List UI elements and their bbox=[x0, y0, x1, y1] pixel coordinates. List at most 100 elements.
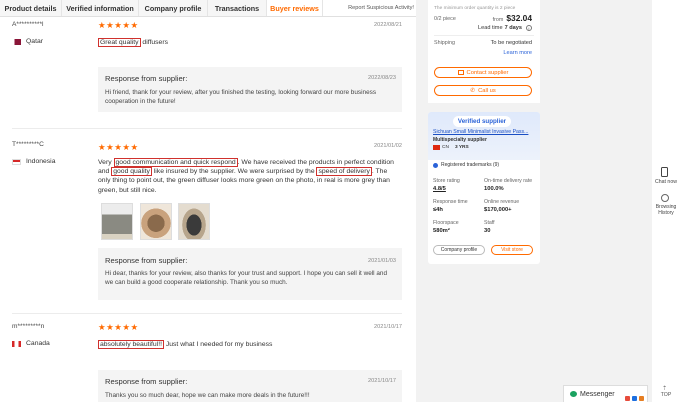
notification-icon bbox=[625, 395, 630, 401]
review-photo[interactable] bbox=[140, 203, 172, 240]
mail-icon bbox=[457, 70, 464, 75]
highlight-box: speed of delivery bbox=[316, 167, 372, 177]
lead-time-value: 7 days bbox=[504, 25, 522, 31]
supplier-response: Response from supplier: 2021/10/17 Thank… bbox=[98, 370, 402, 402]
canada-flag-icon bbox=[12, 340, 21, 347]
stat-label: Floorspace bbox=[433, 220, 459, 226]
qatar-flag-icon bbox=[12, 38, 21, 45]
messenger-label: Messenger bbox=[580, 390, 615, 398]
info-icon[interactable]: i bbox=[526, 25, 532, 31]
shipping-label: Shipping bbox=[434, 40, 455, 46]
star-rating: ★★★★★ bbox=[98, 142, 139, 152]
messenger-icon bbox=[570, 391, 577, 397]
supplier-response: Response from supplier: 2022/08/23 Hi fr… bbox=[98, 67, 402, 112]
response-title: Response from supplier: bbox=[105, 377, 188, 386]
highlight-box: absolutely beautiful!! bbox=[98, 340, 164, 349]
history-icon[interactable] bbox=[661, 194, 669, 202]
response-date: 2022/08/23 bbox=[368, 75, 396, 81]
review-photo[interactable] bbox=[101, 203, 133, 240]
tab-product-details[interactable]: Product details bbox=[0, 0, 62, 16]
store-rating-value[interactable]: 4.8/5 bbox=[433, 186, 446, 192]
stat-label: Staff bbox=[484, 220, 495, 226]
star-rating: ★★★★★ bbox=[98, 20, 139, 30]
visit-store-button[interactable]: Visit store bbox=[491, 245, 533, 255]
review-text-part: diffusers bbox=[140, 39, 168, 46]
response-text: Thanks you so much dear, hope we can mak… bbox=[105, 392, 310, 399]
tab-bar: Product details Verified information Com… bbox=[0, 0, 416, 17]
stat-value: 100.0% bbox=[484, 186, 504, 192]
response-title: Response from supplier: bbox=[105, 74, 188, 83]
company-type: Multispecialty supplier bbox=[433, 137, 487, 143]
contact-supplier-label: Contact supplier bbox=[466, 69, 509, 76]
country-label: Qatar bbox=[26, 38, 43, 45]
response-text: Hi friend, thank for your review, after … bbox=[105, 89, 377, 105]
reviewer-name: A**********l bbox=[12, 21, 44, 28]
divider bbox=[434, 35, 534, 36]
reviewer-name: T*********C bbox=[12, 141, 44, 148]
contact-supplier-button[interactable]: Contact supplier bbox=[434, 67, 532, 78]
messenger-bar[interactable]: Messenger bbox=[563, 385, 648, 402]
company-name-link[interactable]: Sichuan Small Minimalist Invasive Pass..… bbox=[433, 129, 537, 135]
tab-buyer-reviews[interactable]: Buyer reviews bbox=[267, 0, 323, 16]
stat-label: Store rating bbox=[433, 178, 460, 184]
top-button[interactable]: TOP bbox=[652, 392, 680, 398]
reviewer-name: m*********n bbox=[12, 323, 45, 330]
stat-value: 30 bbox=[484, 228, 491, 234]
stat-label: Response time bbox=[433, 199, 468, 205]
order-card: The minimum order quantity is 2 piece 0/… bbox=[428, 0, 540, 103]
star-rating: ★★★★★ bbox=[98, 322, 139, 332]
company-origin: CN 3 YRS bbox=[433, 145, 469, 150]
years-badge: 3 YRS bbox=[454, 145, 469, 150]
tab-company-profile[interactable]: Company profile bbox=[139, 0, 208, 16]
main-content: Product details Verified information Com… bbox=[0, 0, 416, 402]
stat-label: Online revenue bbox=[484, 199, 520, 205]
reviewer-country: Indonesia bbox=[12, 158, 55, 165]
country-label: Indonesia bbox=[26, 158, 56, 165]
highlight-box: good quality bbox=[111, 167, 152, 177]
company-profile-button[interactable]: Company profile bbox=[433, 245, 485, 255]
review-text: Very good communication and quick respon… bbox=[98, 158, 401, 195]
price-value: $32.04 bbox=[506, 13, 532, 23]
review-text-part: Very bbox=[98, 159, 114, 166]
arrow-up-icon[interactable]: ⇡ bbox=[662, 385, 667, 392]
review-text: absolutely beautiful!! Just what I neede… bbox=[98, 340, 401, 349]
phone-chat-icon[interactable] bbox=[661, 167, 668, 177]
response-title: Response from supplier: bbox=[105, 256, 188, 265]
trademark-icon bbox=[433, 162, 438, 168]
notification-icon bbox=[639, 395, 644, 401]
highlight-box: good communication and quick respond bbox=[113, 158, 238, 167]
response-date: 2021/01/03 bbox=[368, 258, 396, 264]
reviewer-country: Qatar bbox=[12, 38, 43, 45]
tab-verified-information[interactable]: Verified information bbox=[62, 0, 139, 16]
lead-time-label: Lead time bbox=[478, 25, 503, 31]
shipping-value: To be negotiated bbox=[490, 40, 532, 46]
notification-icon bbox=[632, 395, 637, 401]
country-code: CN bbox=[442, 145, 449, 150]
review-photo[interactable] bbox=[178, 203, 210, 240]
quantity-label: 0/2 piece bbox=[434, 16, 456, 22]
divider bbox=[12, 128, 402, 129]
country-label: Canada bbox=[26, 340, 50, 347]
stat-value: ≤4h bbox=[433, 207, 443, 213]
reviewer-country: Canada bbox=[12, 340, 50, 347]
phone-icon: ✆ bbox=[470, 87, 476, 94]
review-date: 2022/08/21 bbox=[374, 22, 402, 28]
learn-more-link[interactable]: Learn more bbox=[503, 50, 532, 56]
trademarks-row[interactable]: Registered trademarks (9) bbox=[433, 162, 499, 168]
lead-time: Lead time 7 days i bbox=[478, 25, 532, 31]
report-suspicious-link[interactable]: Report Suspicious Activity! bbox=[348, 0, 416, 16]
browsing-history-label[interactable]: Browsing History bbox=[652, 204, 680, 216]
messenger-tray-icons bbox=[625, 395, 644, 401]
highlight-box: Great quality bbox=[98, 38, 141, 47]
divider bbox=[12, 313, 402, 314]
chat-now-label[interactable]: Chat now bbox=[653, 179, 679, 185]
stat-label: On-time delivery rate bbox=[484, 178, 533, 184]
stat-value: $170,000+ bbox=[484, 207, 512, 213]
call-us-button[interactable]: ✆ Call us bbox=[434, 85, 532, 96]
review-date: 2021/01/02 bbox=[374, 143, 402, 149]
supplier-response: Response from supplier: 2021/01/03 Hi de… bbox=[98, 248, 402, 300]
china-flag-icon bbox=[433, 145, 440, 150]
min-qty-note: The minimum order quantity is 2 piece bbox=[434, 6, 516, 11]
price-block: from $32.04 bbox=[493, 13, 532, 23]
tab-transactions[interactable]: Transactions bbox=[208, 0, 267, 16]
